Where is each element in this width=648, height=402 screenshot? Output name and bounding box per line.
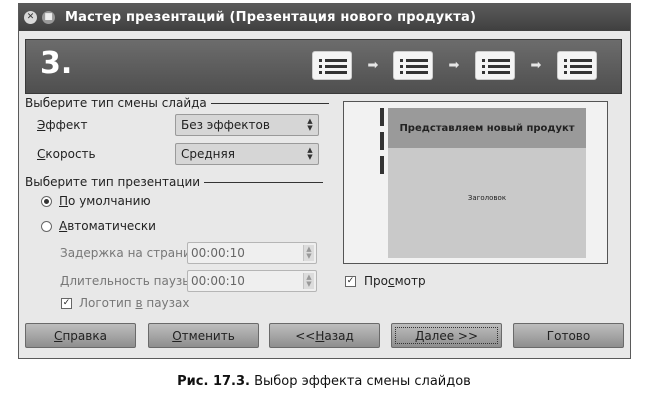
page-delay-field[interactable]: 00:00:10 ▲ ▼ — [187, 242, 317, 264]
done-text: Готово — [546, 328, 591, 343]
automatic-radio[interactable] — [41, 221, 52, 232]
slide-preview: Представляем новый продукт Заголовок — [343, 101, 608, 264]
effect-label: Эффект — [37, 118, 88, 132]
transition-section-label: Выберите тип смены слайда — [25, 96, 207, 110]
logo-in-pauses-checkbox[interactable]: ✓ — [61, 298, 72, 309]
section-divider — [204, 181, 324, 183]
automatic-text: втоматически — [67, 219, 156, 233]
arrow-right-icon: ➡ — [448, 58, 460, 73]
close-icon[interactable]: ✕ — [24, 11, 37, 24]
back-pre: << — [295, 328, 316, 343]
effect-select[interactable]: Без эффектов ▲ ▼ — [175, 114, 319, 136]
preview-checkbox[interactable]: ✓ — [345, 276, 356, 287]
logo-pre: Логотип — [79, 296, 136, 310]
spin-arrows-icon[interactable]: ▲ ▼ — [303, 245, 314, 261]
pause-duration-field[interactable]: 00:00:10 ▲ ▼ — [187, 270, 317, 292]
figure-caption-number: Рис. 17.3. — [177, 374, 250, 389]
cancel-text: тменить — [181, 328, 235, 343]
spin-arrows-icon[interactable]: ▲ ▼ — [305, 147, 315, 161]
speed-select-value: Средняя — [181, 147, 235, 161]
automatic-mnemonic: А — [59, 219, 68, 233]
step-1-icon — [312, 51, 352, 80]
page-delay-label: Задержка на страни — [60, 246, 188, 260]
back-mnemonic: Н — [315, 328, 325, 343]
preview-mnemonic: с — [387, 274, 395, 288]
arrow-right-icon: ➡ — [367, 58, 379, 73]
effect-label-text: ффект — [45, 118, 88, 132]
help-mnemonic: С — [54, 328, 63, 343]
default-radio[interactable] — [41, 196, 52, 207]
preview-mark — [380, 132, 384, 150]
presentation-section-label: Выберите тип презентации — [25, 175, 201, 189]
logo-post: паузах — [142, 296, 190, 310]
automatic-radio-label[interactable]: Автоматически — [59, 219, 156, 233]
step-number: 3. — [40, 46, 73, 81]
done-button[interactable]: Готово — [513, 323, 624, 348]
speed-select[interactable]: Средняя ▲ ▼ — [175, 143, 319, 165]
preview-slide-subtitle: Заголовок — [467, 194, 507, 202]
back-text: азад — [324, 328, 354, 343]
page-delay-value: 00:00:10 — [191, 246, 245, 260]
next-button[interactable]: Далее >> — [391, 323, 502, 348]
step-4-icon — [557, 51, 597, 80]
next-mnemonic: Д — [414, 328, 425, 343]
spin-arrows-icon[interactable]: ▲ ▼ — [303, 273, 314, 289]
default-radio-label[interactable]: По умолчанию — [59, 194, 151, 208]
spin-arrows-icon[interactable]: ▲ ▼ — [305, 118, 315, 132]
speed-label: Скорость — [37, 147, 96, 161]
cancel-button[interactable]: Отменить — [148, 323, 259, 348]
back-button[interactable]: << Назад — [269, 323, 380, 348]
step-2-icon — [393, 51, 433, 80]
transition-section-title: Выберите тип смены слайда — [25, 96, 329, 110]
title-bar: ✕ ■ Мастер презентаций (Презентация ново… — [19, 4, 630, 31]
window-menu-icon[interactable]: ■ — [42, 11, 55, 24]
help-button[interactable]: Справка — [25, 323, 136, 348]
effect-select-value: Без эффектов — [181, 118, 270, 132]
preview-post: мотр — [394, 274, 426, 288]
logo-mnemonic: в — [135, 296, 143, 310]
speed-label-text: корость — [45, 147, 96, 161]
pause-duration-value: 00:00:10 — [191, 274, 245, 288]
preview-slide-title: Представляем новый продукт — [399, 122, 575, 134]
step-3-icon — [475, 51, 515, 80]
next-text: алее >> — [424, 328, 479, 343]
presentation-wizard-window: ✕ ■ Мастер презентаций (Презентация ново… — [18, 3, 631, 359]
pause-duration-label: Длительность паузы — [60, 274, 188, 288]
step-banner: 3. ➡ ➡ ➡ — [25, 39, 622, 94]
preview-mark — [380, 156, 384, 174]
help-text: правка — [62, 328, 107, 343]
preview-pre: Про — [364, 274, 388, 288]
logo-in-pauses-label[interactable]: Логотип в паузах — [79, 296, 190, 310]
preview-slide: Представляем новый продукт Заголовок — [388, 108, 586, 258]
figure-caption: Рис. 17.3. Выбор эффекта смены слайдов — [0, 374, 648, 389]
window-title: Мастер презентаций (Презентация нового п… — [65, 10, 477, 25]
section-divider — [210, 102, 329, 104]
preview-slide-header: Представляем новый продукт — [388, 108, 586, 148]
preview-mark — [380, 108, 384, 126]
presentation-section-title: Выберите тип презентации — [25, 175, 324, 189]
figure-caption-text: Выбор эффекта смены слайдов — [249, 374, 471, 389]
default-mnemonic: П — [59, 194, 69, 208]
cancel-mnemonic: О — [172, 328, 182, 343]
arrow-right-icon: ➡ — [530, 58, 542, 73]
preview-checkbox-label[interactable]: Просмотр — [364, 274, 426, 288]
default-text: о умолчанию — [68, 194, 151, 208]
